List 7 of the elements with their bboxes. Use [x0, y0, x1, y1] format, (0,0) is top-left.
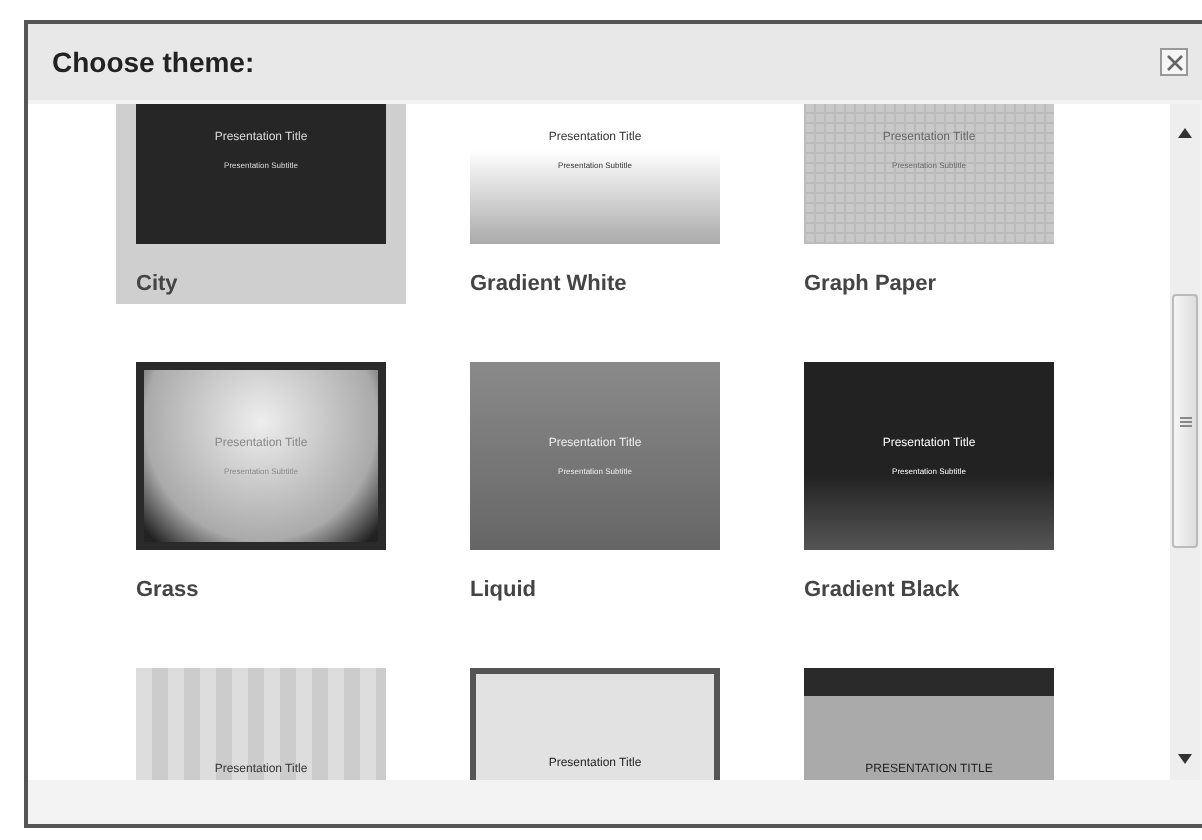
theme-name: Grass	[136, 578, 201, 602]
theme-name: Gradient Black	[804, 578, 962, 602]
theme-name: Graph Paper	[804, 272, 939, 296]
theme-name: Gradient White	[470, 272, 629, 296]
dialog-title: Choose theme:	[52, 46, 255, 78]
theme-name: City	[136, 272, 180, 296]
theme-name: Liquid	[470, 578, 538, 602]
